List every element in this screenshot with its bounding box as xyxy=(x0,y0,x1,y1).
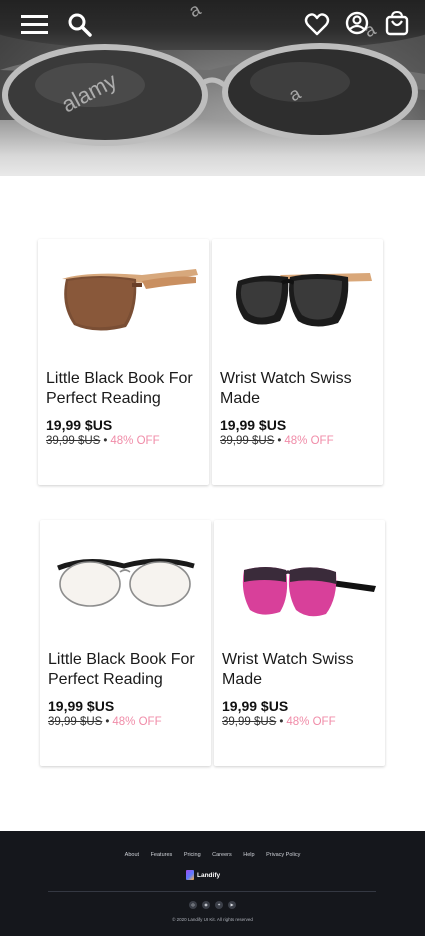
product-card[interactable]: Wrist Watch Swiss Made 19,99 $US 39,99 $… xyxy=(214,520,385,766)
product-name: Wrist Watch Swiss Made xyxy=(220,370,352,407)
product-old-price: 39,99 $US xyxy=(220,435,275,447)
footer-copyright: © 2020 Landify UI Kit. All rights reserv… xyxy=(172,917,253,922)
product-discount: 48% OFF xyxy=(112,716,162,728)
product-discount-row: 39,99 $US • 48% OFF xyxy=(220,435,334,447)
landify-logo-icon xyxy=(186,870,194,880)
product-old-price: 39,99 $US xyxy=(48,716,103,728)
top-navigation-bar xyxy=(0,0,425,50)
product-price: 19,99 $US xyxy=(220,417,287,433)
search-icon[interactable] xyxy=(65,10,95,40)
footer-logo[interactable]: Landify xyxy=(186,869,220,881)
product-image xyxy=(242,567,376,617)
heart-icon[interactable] xyxy=(302,10,332,40)
product-name: Little Black Book For Perfect Reading xyxy=(48,651,195,688)
footer-social-icons: ◎ ◉ ✦ ▶ xyxy=(0,901,425,909)
product-old-price: 39,99 $US xyxy=(222,716,277,728)
product-price: 19,99 $US xyxy=(222,698,289,714)
separator-dot: • xyxy=(277,435,282,447)
footer-link-careers[interactable]: Careers xyxy=(212,852,232,858)
product-card[interactable]: Little Black Book For Perfect Reading 19… xyxy=(38,239,209,485)
separator-dot: • xyxy=(105,716,110,728)
youtube-icon[interactable]: ▶ xyxy=(228,901,236,909)
separator-dot: • xyxy=(103,435,108,447)
separator-dot: • xyxy=(279,716,284,728)
product-discount-row: 39,99 $US • 48% OFF xyxy=(48,716,162,728)
product-discount-row: 39,99 $US • 48% OFF xyxy=(46,435,160,447)
footer-logo-text: Landify xyxy=(197,871,221,879)
footer-links: About Features Pricing Careers Help Priv… xyxy=(0,852,425,858)
footer: About Features Pricing Careers Help Priv… xyxy=(0,831,425,936)
product-discount-row: 39,99 $US • 48% OFF xyxy=(222,716,336,728)
user-icon[interactable] xyxy=(342,10,372,40)
product-card[interactable]: Little Black Book For Perfect Reading 19… xyxy=(40,520,211,766)
footer-link-about[interactable]: About xyxy=(125,852,139,858)
footer-link-features[interactable]: Features xyxy=(151,852,173,858)
instagram-icon[interactable]: ◎ xyxy=(189,901,197,909)
product-price: 19,99 $US xyxy=(46,417,113,433)
footer-link-privacy-policy[interactable]: Privacy Policy xyxy=(266,852,300,858)
dribbble-icon[interactable]: ◉ xyxy=(202,901,210,909)
product-image xyxy=(236,273,372,327)
product-old-price: 39,99 $US xyxy=(46,435,101,447)
twitter-icon[interactable]: ✦ xyxy=(215,901,223,909)
product-name: Wrist Watch Swiss Made xyxy=(222,651,354,688)
product-discount: 48% OFF xyxy=(286,716,336,728)
product-image xyxy=(48,520,203,644)
product-discount: 48% OFF xyxy=(284,435,334,447)
product-price: 19,99 $US xyxy=(48,698,115,714)
footer-link-pricing[interactable]: Pricing xyxy=(184,852,201,858)
footer-link-help[interactable]: Help xyxy=(243,852,254,858)
product-card[interactable]: Wrist Watch Swiss Made 19,99 $US 39,99 $… xyxy=(212,239,383,485)
product-image xyxy=(62,269,198,331)
footer-divider xyxy=(48,891,376,892)
hero-banner: alamy a a a xyxy=(0,0,425,176)
menu-icon[interactable] xyxy=(20,10,50,40)
product-discount: 48% OFF xyxy=(110,435,160,447)
product-name: Little Black Book For Perfect Reading xyxy=(46,370,193,407)
cart-icon[interactable] xyxy=(382,10,412,40)
